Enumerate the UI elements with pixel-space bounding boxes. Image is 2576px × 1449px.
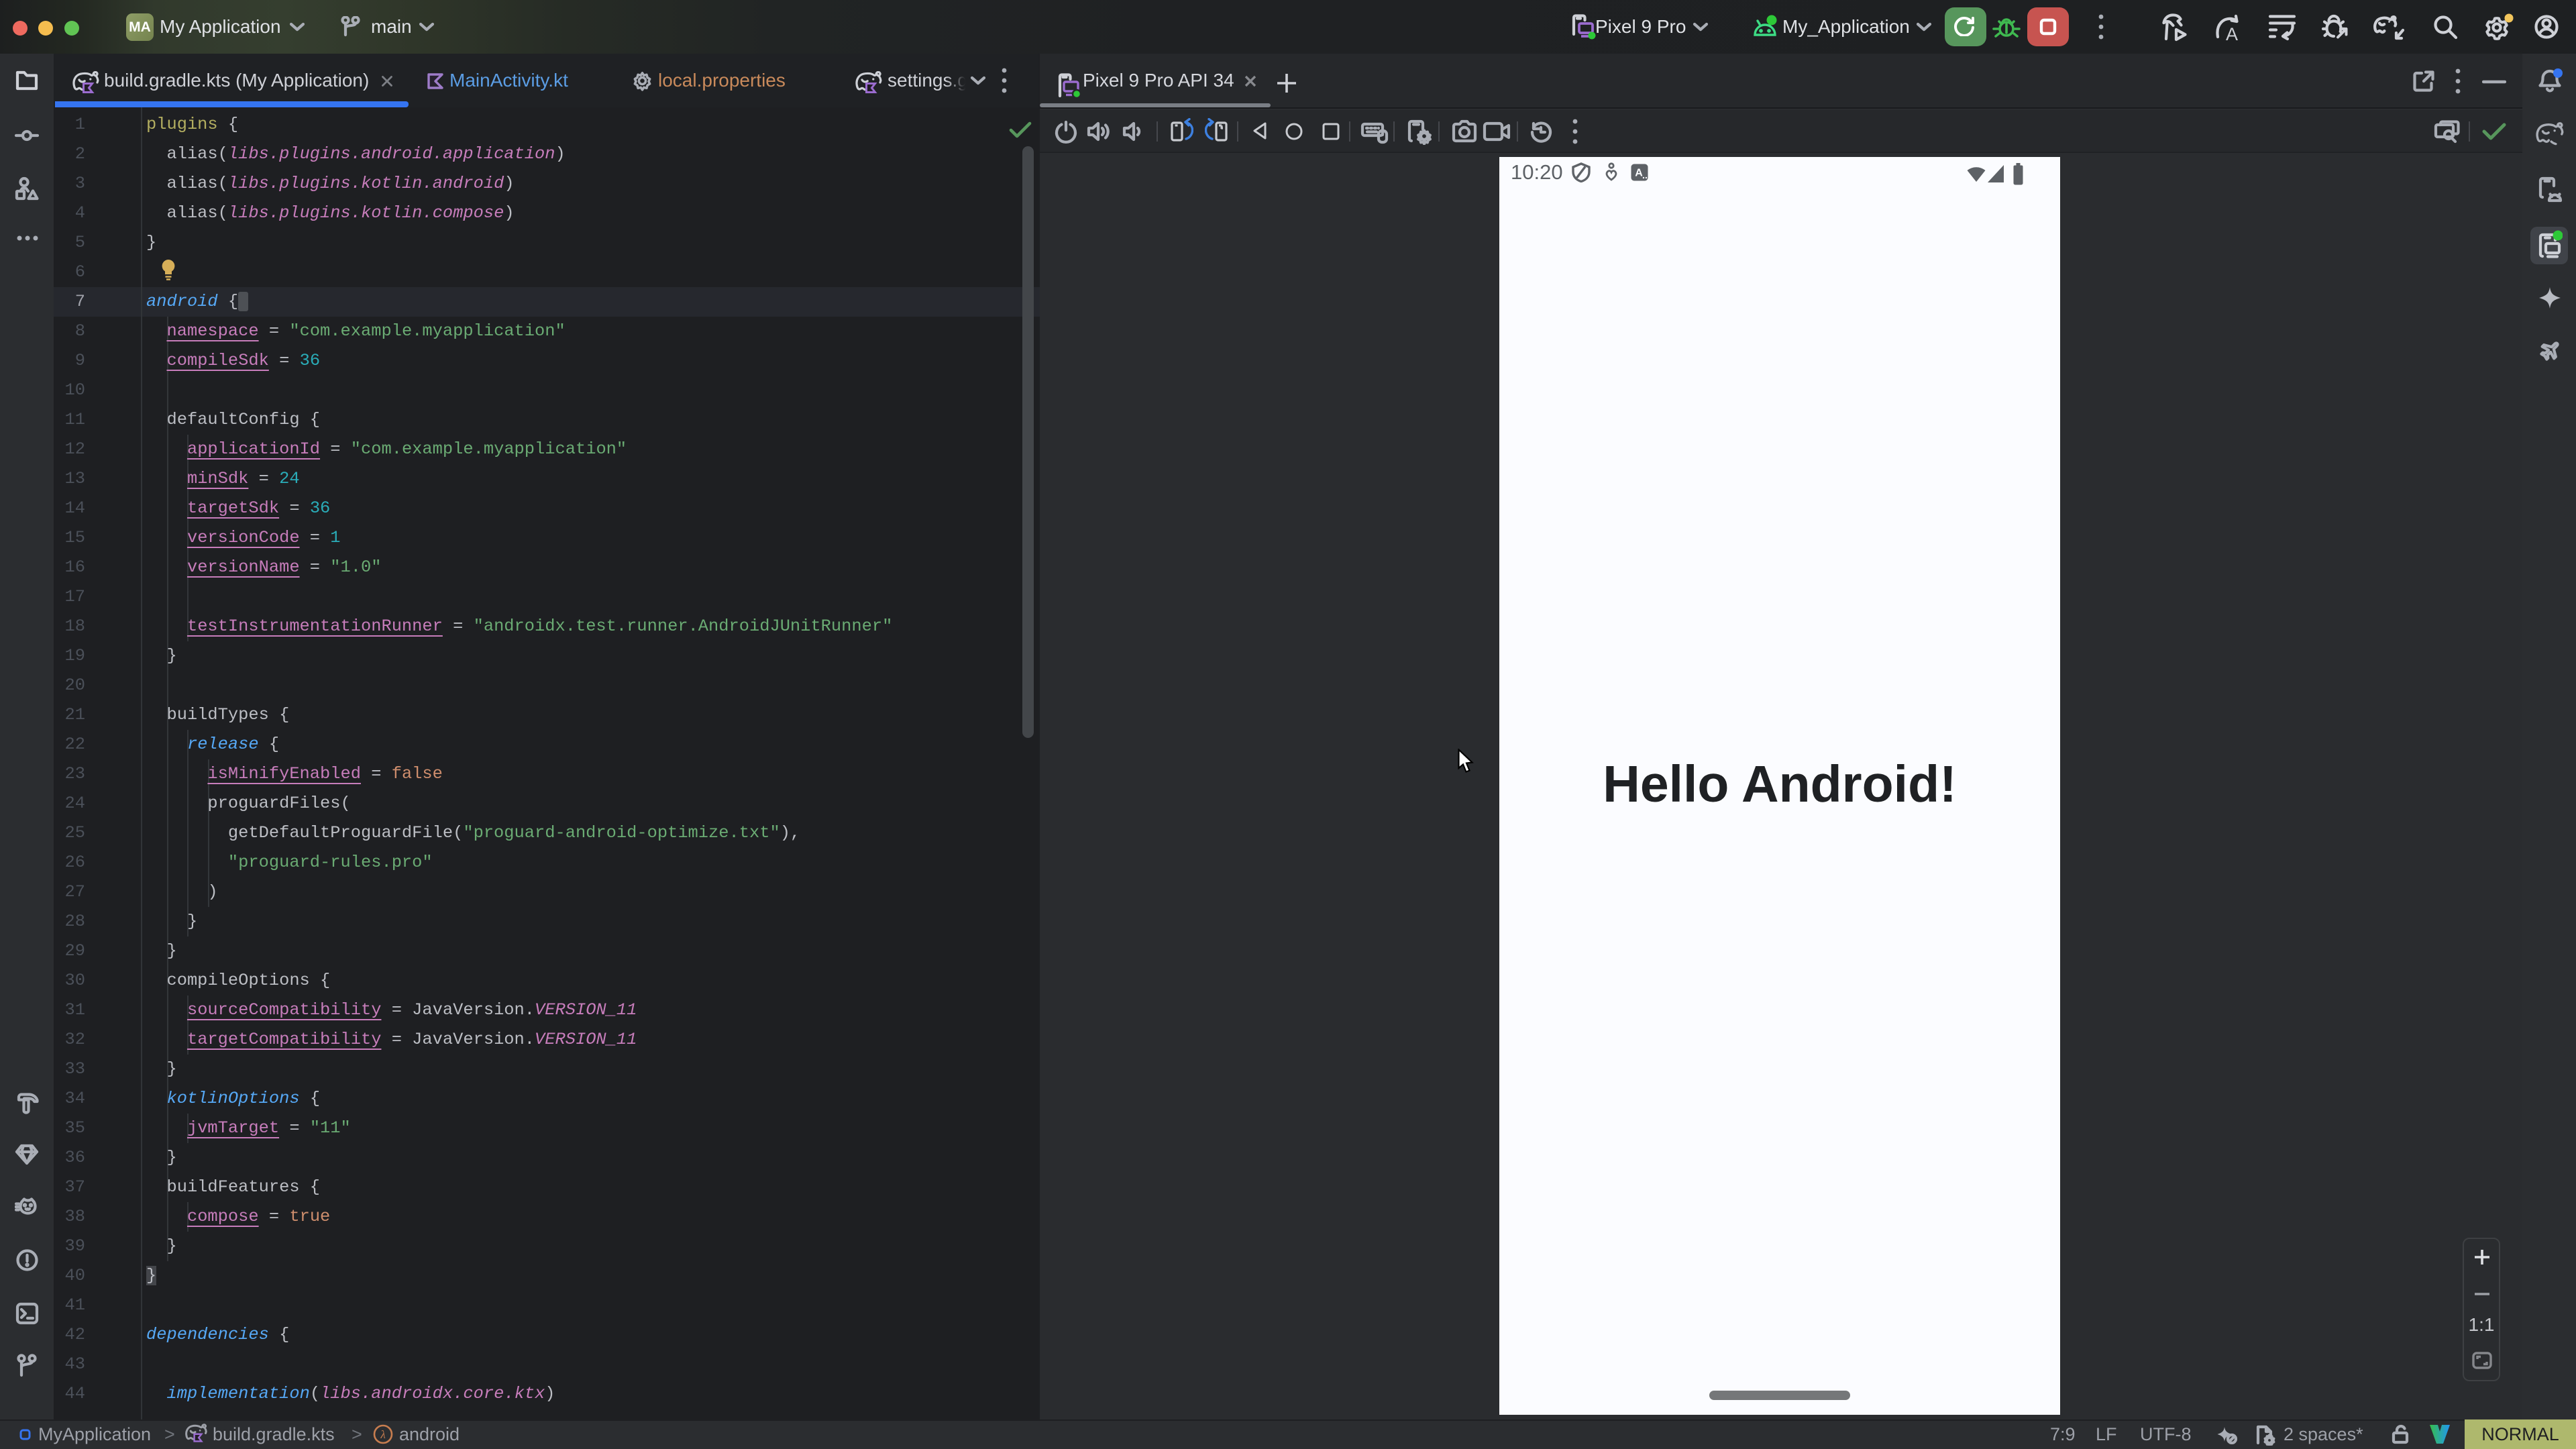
svg-text:A: A <box>2226 24 2238 42</box>
svg-text:λ: λ <box>380 1428 385 1441</box>
svg-text:A: A <box>1635 168 1643 179</box>
